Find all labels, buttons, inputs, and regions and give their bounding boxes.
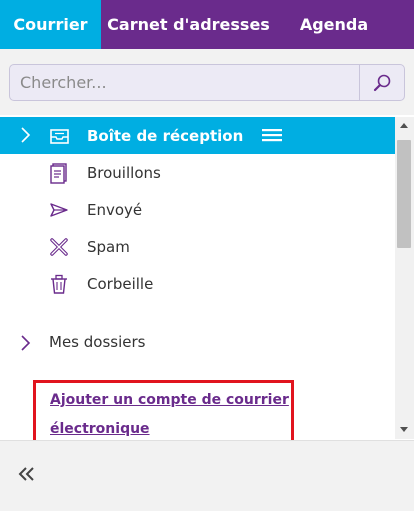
my-folders-label: Mes dossiers [49, 333, 146, 351]
footer [0, 440, 414, 511]
search-box [9, 64, 405, 101]
folder-label: Spam [87, 237, 130, 256]
folder-inbox[interactable]: Boîte de réception [0, 117, 395, 154]
folder-label: Envoyé [87, 200, 143, 219]
search-area [0, 49, 414, 115]
menu-icon[interactable] [262, 128, 282, 142]
folder-sent[interactable]: Envoyé [0, 191, 395, 228]
spam-icon [50, 238, 68, 256]
scroll-thumb[interactable] [397, 140, 411, 248]
double-chevron-left-icon[interactable] [14, 461, 40, 487]
inbox-icon [50, 129, 69, 144]
search-button[interactable] [359, 65, 404, 100]
chevron-right-icon [21, 127, 31, 143]
folder-drafts[interactable]: Brouillons [0, 154, 395, 191]
folder-trash[interactable]: Corbeille [0, 265, 395, 302]
search-icon [373, 74, 391, 91]
tab-courrier[interactable]: Courrier [0, 0, 101, 49]
tab-carnet-d-adresses[interactable]: Carnet d'adresses [101, 0, 276, 49]
scrollbar[interactable] [395, 117, 414, 439]
my-folders-toggle[interactable]: Mes dossiers [0, 325, 395, 361]
add-account-highlight: Ajouter un compte de courrier électroniq… [33, 380, 294, 443]
trash-icon [51, 274, 67, 294]
tab-agenda[interactable]: Agenda [276, 0, 392, 49]
folder-spam[interactable]: Spam [0, 228, 395, 265]
folder-label: Boîte de réception [87, 126, 244, 145]
draft-icon [50, 163, 67, 184]
search-input[interactable] [10, 65, 359, 100]
add-email-account-link[interactable]: Ajouter un compte de courrier électroniq… [50, 386, 290, 444]
top-tabs: Courrier Carnet d'adresses Agenda [0, 0, 414, 49]
chevron-right-icon [21, 335, 31, 351]
sent-icon [50, 203, 68, 217]
scroll-down-arrow-icon[interactable] [400, 427, 408, 432]
folder-label: Corbeille [87, 274, 154, 293]
folder-label: Brouillons [87, 163, 161, 182]
scroll-up-arrow-icon[interactable] [400, 123, 408, 128]
